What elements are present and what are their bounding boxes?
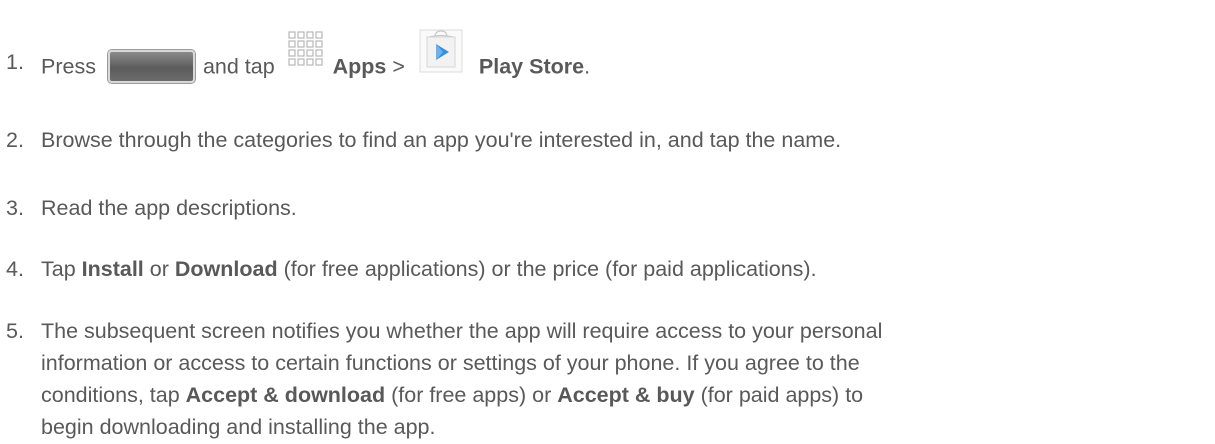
install-label: Install [81, 257, 144, 281]
apps-label: Apps [332, 54, 387, 79]
download-label: Download [174, 257, 278, 281]
step-text: The subsequent screen notifies you wheth… [41, 319, 883, 439]
step-text: Read the app descriptions. [41, 196, 297, 220]
step-text: Tap Install or Download (for free applic… [41, 257, 817, 281]
step-number: 4. [6, 257, 24, 281]
step-text: Browse through the categories to find an… [41, 128, 842, 152]
step-number: 1. [6, 50, 24, 74]
accept-buy-label: Accept & buy [557, 383, 695, 407]
step-number: 5. [6, 319, 24, 343]
apps-grid-icon [288, 31, 323, 66]
step-number: 3. [6, 196, 24, 220]
accept-download-label: Accept & download [185, 383, 386, 407]
step-number: 2. [6, 128, 24, 152]
play-store-label: Play Store [478, 54, 585, 79]
step-1: 1. Press and tap Apps > Play Store. [0, 26, 1210, 86]
home-button-icon [107, 49, 195, 83]
play-store-icon [419, 29, 463, 73]
step-text: Press and tap Apps > Play Store. [41, 29, 1210, 90]
